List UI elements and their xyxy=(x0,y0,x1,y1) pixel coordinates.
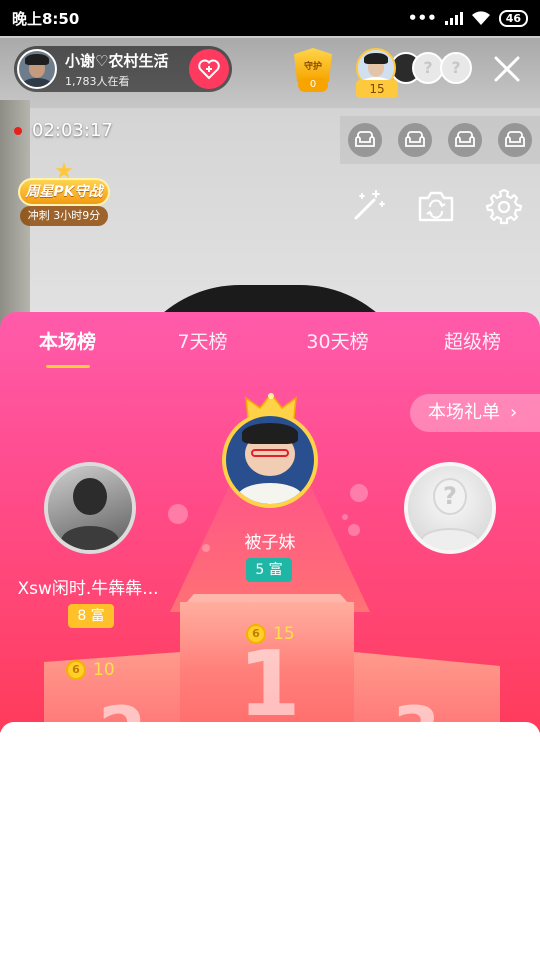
recording-dot-icon xyxy=(14,126,22,135)
host-info: 小谢♡农村生活 1,783人在看 xyxy=(65,50,189,89)
fan-avatar-placeholder[interactable]: ? xyxy=(440,52,472,84)
live-timer: 02:03:17 xyxy=(14,120,113,141)
camera-switch-icon xyxy=(418,191,454,222)
third-place-avatar-placeholder[interactable]: ? xyxy=(404,462,496,554)
more-dots-icon: ••• xyxy=(407,9,437,27)
first-score-value: 15 xyxy=(273,624,295,644)
beauty-button[interactable] xyxy=(348,186,388,226)
status-icons: ••• 46 xyxy=(408,9,528,27)
live-duration: 02:03:17 xyxy=(32,120,113,141)
top-fans[interactable]: ? ? 15 xyxy=(356,48,476,98)
podium-third: 3 xyxy=(354,652,500,732)
gift-list-button[interactable]: 本场礼单 › xyxy=(410,394,540,432)
heart-plus-icon xyxy=(198,59,220,80)
ranking-list-panel xyxy=(0,722,540,960)
guard-shield-icon: 守护 xyxy=(294,48,332,82)
decor-bubble xyxy=(350,484,368,502)
status-bar: 晚上8:50 ••• 46 xyxy=(0,0,540,36)
decor-bubble xyxy=(348,524,360,536)
weekly-badge-countdown: 冲刺 3小时9分 xyxy=(20,206,108,226)
guard-count: 0 xyxy=(298,78,328,92)
host-info-pill[interactable]: 小谢♡农村生活 1,783人在看 xyxy=(14,46,232,92)
tab-this-session[interactable]: 本场榜 xyxy=(0,328,135,368)
second-score: 6 10 xyxy=(66,660,115,680)
ranking-sheet: 本场榜 7天榜 30天榜 超级榜 本场礼单 › 2 3 1 6 15 6 10 xyxy=(0,312,540,732)
sofa-icon xyxy=(455,131,475,147)
status-time: 晚上8:50 xyxy=(12,9,80,28)
seat-button[interactable] xyxy=(498,123,532,157)
seat-button[interactable] xyxy=(398,123,432,157)
weekly-badge-title: 周星PK守战 xyxy=(18,178,110,206)
first-place-avatar[interactable] xyxy=(222,412,318,508)
second-rich-badge: 8 富 xyxy=(68,604,114,628)
decor-bubble xyxy=(342,514,348,520)
wifi-icon xyxy=(471,11,490,25)
podium-first: 1 xyxy=(180,602,354,732)
host-avatar[interactable] xyxy=(17,49,57,89)
tab-7-days[interactable]: 7天榜 xyxy=(135,328,270,368)
seat-button[interactable] xyxy=(348,123,382,157)
follow-button[interactable] xyxy=(189,49,229,89)
podium-number-1: 1 xyxy=(238,632,301,732)
tab-super[interactable]: 超级榜 xyxy=(405,328,540,368)
close-icon xyxy=(494,56,520,82)
fan-contribution-count: 15 xyxy=(356,80,398,98)
first-score: 6 15 xyxy=(246,624,295,644)
first-rich-badge: 5 富 xyxy=(246,558,292,582)
gear-icon xyxy=(485,188,523,225)
seat-button[interactable] xyxy=(448,123,482,157)
chevron-right-icon: › xyxy=(510,402,518,423)
seat-row xyxy=(340,116,540,164)
question-mark-icon: ? xyxy=(433,477,467,515)
tab-30-days[interactable]: 30天榜 xyxy=(270,328,405,368)
signal-icon xyxy=(444,11,463,25)
second-place-avatar[interactable] xyxy=(44,462,136,554)
first-place-name[interactable]: 被子妹 xyxy=(200,528,340,553)
switch-camera-button[interactable] xyxy=(416,186,456,226)
battery-icon: 46 xyxy=(498,9,528,27)
close-button[interactable] xyxy=(490,52,524,86)
coin-icon: 6 xyxy=(246,624,266,644)
sofa-icon xyxy=(355,131,375,147)
host-name: 小谢♡农村生活 xyxy=(65,51,169,70)
viewer-count: 1,783人在看 xyxy=(65,74,130,88)
sofa-icon xyxy=(405,131,425,147)
ranking-tabs: 本场榜 7天榜 30天榜 超级榜 xyxy=(0,328,540,368)
magic-wand-icon xyxy=(354,190,385,220)
second-score-value: 10 xyxy=(93,660,115,680)
guard-badge[interactable]: 守护 0 xyxy=(290,48,336,92)
weekly-star-badge[interactable]: ★ 周星PK守战 冲刺 3小时9分 xyxy=(14,161,114,232)
second-place-name[interactable]: Xsw闲时.牛犇犇... xyxy=(8,574,168,599)
settings-button[interactable] xyxy=(484,186,524,226)
decor-bubble xyxy=(168,504,188,524)
sofa-icon xyxy=(505,131,525,147)
gift-list-label: 本场礼单 xyxy=(428,402,500,423)
coin-icon: 6 xyxy=(66,660,86,680)
